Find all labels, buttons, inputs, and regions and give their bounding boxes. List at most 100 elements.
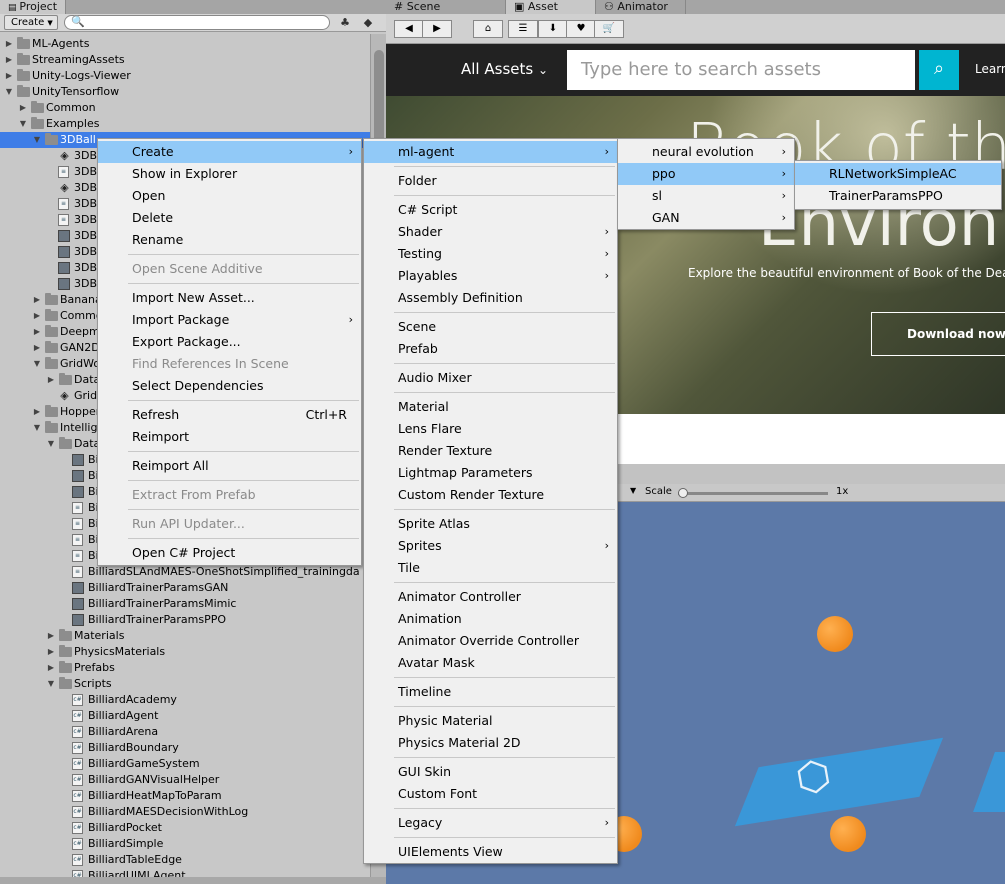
create-menu-item[interactable]: Legacy › bbox=[364, 812, 617, 834]
create-menu-item[interactable]: Sprite Atlas bbox=[364, 513, 617, 535]
create-menu-item[interactable]: Render Texture bbox=[364, 440, 617, 462]
tree-asset-row[interactable]: c# BilliardGANVisualHelper bbox=[0, 772, 370, 788]
context-menu-item[interactable]: Refresh Ctrl+R bbox=[98, 404, 361, 426]
tab-project[interactable]: ▤ Project bbox=[0, 0, 67, 14]
create-menu-item[interactable]: UIElements View bbox=[364, 841, 617, 863]
context-menu-item[interactable]: Import Package › bbox=[98, 309, 361, 331]
expand-down-icon[interactable]: ▼ bbox=[46, 676, 56, 692]
context-menu-item[interactable]: Show in Explorer bbox=[98, 163, 361, 185]
create-menu-item[interactable]: Physic Material bbox=[364, 710, 617, 732]
expand-right-icon[interactable]: ▶ bbox=[4, 36, 14, 52]
ppo-menu-item[interactable]: TrainerParamsPPO bbox=[795, 185, 1001, 207]
tree-asset-row[interactable]: c# BilliardBoundary bbox=[0, 740, 370, 756]
all-assets-dropdown[interactable]: All Assets ⌄ bbox=[461, 60, 548, 78]
dropdown-arrow-icon[interactable]: ▼ bbox=[630, 486, 636, 495]
expand-right-icon[interactable]: ▶ bbox=[32, 324, 42, 340]
favorites-button[interactable]: ♥ bbox=[566, 20, 596, 38]
context-menu-item[interactable]: Delete bbox=[98, 207, 361, 229]
create-menu-item[interactable]: Custom Font bbox=[364, 783, 617, 805]
tree-asset-row[interactable]: c# BilliardTableEdge bbox=[0, 852, 370, 868]
store-search-input[interactable]: Type here to search assets bbox=[567, 50, 915, 90]
tree-asset-row[interactable]: c# BilliardArena bbox=[0, 724, 370, 740]
create-menu-item[interactable]: Custom Render Texture bbox=[364, 484, 617, 506]
create-menu-item[interactable]: C# Script bbox=[364, 199, 617, 221]
tree-asset-row[interactable]: c# BilliardAcademy bbox=[0, 692, 370, 708]
expand-right-icon[interactable]: ▶ bbox=[4, 68, 14, 84]
cart-button[interactable]: 🛒 bbox=[594, 20, 624, 38]
tree-folder-row[interactable]: ▼ UnityTensorflow bbox=[0, 84, 370, 100]
context-menu-item[interactable]: Rename bbox=[98, 229, 361, 251]
context-menu-item[interactable]: Import New Asset... bbox=[98, 287, 361, 309]
create-menu-item[interactable]: Timeline bbox=[364, 681, 617, 703]
create-menu-item[interactable]: Lens Flare bbox=[364, 418, 617, 440]
store-search-button[interactable]: ⌕ bbox=[919, 50, 959, 90]
tab-scene[interactable]: # Scene bbox=[386, 0, 506, 14]
create-dropdown-button[interactable]: Create ▼ bbox=[4, 15, 58, 30]
create-menu-item[interactable]: Prefab bbox=[364, 338, 617, 360]
tree-folder-row[interactable]: ▶ Materials bbox=[0, 628, 370, 644]
tree-folder-row[interactable]: ▶ ML-Agents bbox=[0, 36, 370, 52]
tree-asset-row[interactable]: c# BilliardSimple bbox=[0, 836, 370, 852]
ml-agent-menu-item[interactable]: sl › bbox=[618, 185, 794, 207]
tree-asset-row[interactable]: c# BilliardMAESDecisionWithLog bbox=[0, 804, 370, 820]
context-menu-item[interactable]: Open C# Project bbox=[98, 542, 361, 564]
tab-asset-store[interactable]: ▣ Asset Store bbox=[506, 0, 596, 26]
tree-folder-row[interactable]: ▶ StreamingAssets bbox=[0, 52, 370, 68]
forward-button[interactable]: ▶ bbox=[422, 20, 452, 38]
tree-asset-row[interactable]: BilliardTrainerParamsGAN bbox=[0, 580, 370, 596]
create-menu-item[interactable]: Tile bbox=[364, 557, 617, 579]
expand-down-icon[interactable]: ▼ bbox=[32, 132, 42, 148]
learn-link[interactable]: Learn bbox=[975, 62, 1005, 76]
tree-folder-row[interactable]: ▶ Common bbox=[0, 100, 370, 116]
expand-right-icon[interactable]: ▶ bbox=[46, 660, 56, 676]
tree-asset-row[interactable]: c# BilliardHeatMapToParam bbox=[0, 788, 370, 804]
ml-agent-menu-item[interactable]: ppo › bbox=[618, 163, 794, 185]
home-button[interactable]: ⌂ bbox=[473, 20, 503, 38]
expand-right-icon[interactable]: ▶ bbox=[18, 100, 28, 116]
scale-slider-handle[interactable] bbox=[678, 488, 688, 498]
expand-right-icon[interactable]: ▶ bbox=[32, 292, 42, 308]
create-menu-item[interactable]: Physics Material 2D bbox=[364, 732, 617, 754]
tree-asset-row[interactable]: c# BilliardGameSystem bbox=[0, 756, 370, 772]
ml-agent-menu-item[interactable]: neural evolution › bbox=[618, 141, 794, 163]
expand-right-icon[interactable]: ▶ bbox=[32, 404, 42, 420]
expand-down-icon[interactable]: ▼ bbox=[46, 436, 56, 452]
expand-right-icon[interactable]: ▶ bbox=[32, 340, 42, 356]
create-menu-item[interactable]: Material bbox=[364, 396, 617, 418]
expand-right-icon[interactable]: ▶ bbox=[32, 308, 42, 324]
ppo-menu-item[interactable]: RLNetworkSimpleAC bbox=[795, 163, 1001, 185]
expand-down-icon[interactable]: ▼ bbox=[32, 420, 42, 436]
context-menu-item[interactable]: Select Dependencies bbox=[98, 375, 361, 397]
download-now-button[interactable]: Download now bbox=[871, 312, 1005, 356]
context-menu-item[interactable]: Create › bbox=[98, 141, 361, 163]
project-search-input[interactable]: 🔍 bbox=[64, 15, 330, 30]
tree-folder-row[interactable]: ▼ Examples bbox=[0, 116, 370, 132]
expand-down-icon[interactable]: ▼ bbox=[18, 116, 28, 132]
create-menu-item[interactable]: GUI Skin bbox=[364, 761, 617, 783]
create-menu-item[interactable]: Audio Mixer bbox=[364, 367, 617, 389]
context-menu-item[interactable]: Export Package... bbox=[98, 331, 361, 353]
expand-right-icon[interactable]: ▶ bbox=[46, 628, 56, 644]
context-menu-item[interactable]: Open bbox=[98, 185, 361, 207]
tree-folder-row[interactable]: ▼ Scripts bbox=[0, 676, 370, 692]
create-menu-item[interactable]: Shader › bbox=[364, 221, 617, 243]
tab-animator[interactable]: ⚇ Animator bbox=[596, 0, 686, 14]
scale-slider[interactable] bbox=[678, 488, 828, 498]
create-menu-item[interactable]: Lightmap Parameters bbox=[364, 462, 617, 484]
create-menu-item[interactable]: Animator Controller bbox=[364, 586, 617, 608]
create-menu-item[interactable]: Avatar Mask bbox=[364, 652, 617, 674]
list-button[interactable]: ☰ bbox=[508, 20, 538, 38]
create-menu-item[interactable]: ml-agent › bbox=[364, 141, 617, 163]
create-menu-item[interactable]: Sprites › bbox=[364, 535, 617, 557]
tree-folder-row[interactable]: ▶ PhysicsMaterials bbox=[0, 644, 370, 660]
context-menu-item[interactable]: Reimport All bbox=[98, 455, 361, 477]
tree-asset-row[interactable]: BilliardTrainerParamsPPO bbox=[0, 612, 370, 628]
create-menu-item[interactable]: Animator Override Controller bbox=[364, 630, 617, 652]
create-menu-item[interactable]: Testing › bbox=[364, 243, 617, 265]
create-menu-item[interactable]: Assembly Definition bbox=[364, 287, 617, 309]
back-button[interactable]: ◀ bbox=[394, 20, 424, 38]
tree-asset-row[interactable]: c# BilliardPocket bbox=[0, 820, 370, 836]
tree-asset-row[interactable]: c# BilliardAgent bbox=[0, 708, 370, 724]
create-menu-item[interactable]: Folder bbox=[364, 170, 617, 192]
context-menu-item[interactable]: Reimport bbox=[98, 426, 361, 448]
